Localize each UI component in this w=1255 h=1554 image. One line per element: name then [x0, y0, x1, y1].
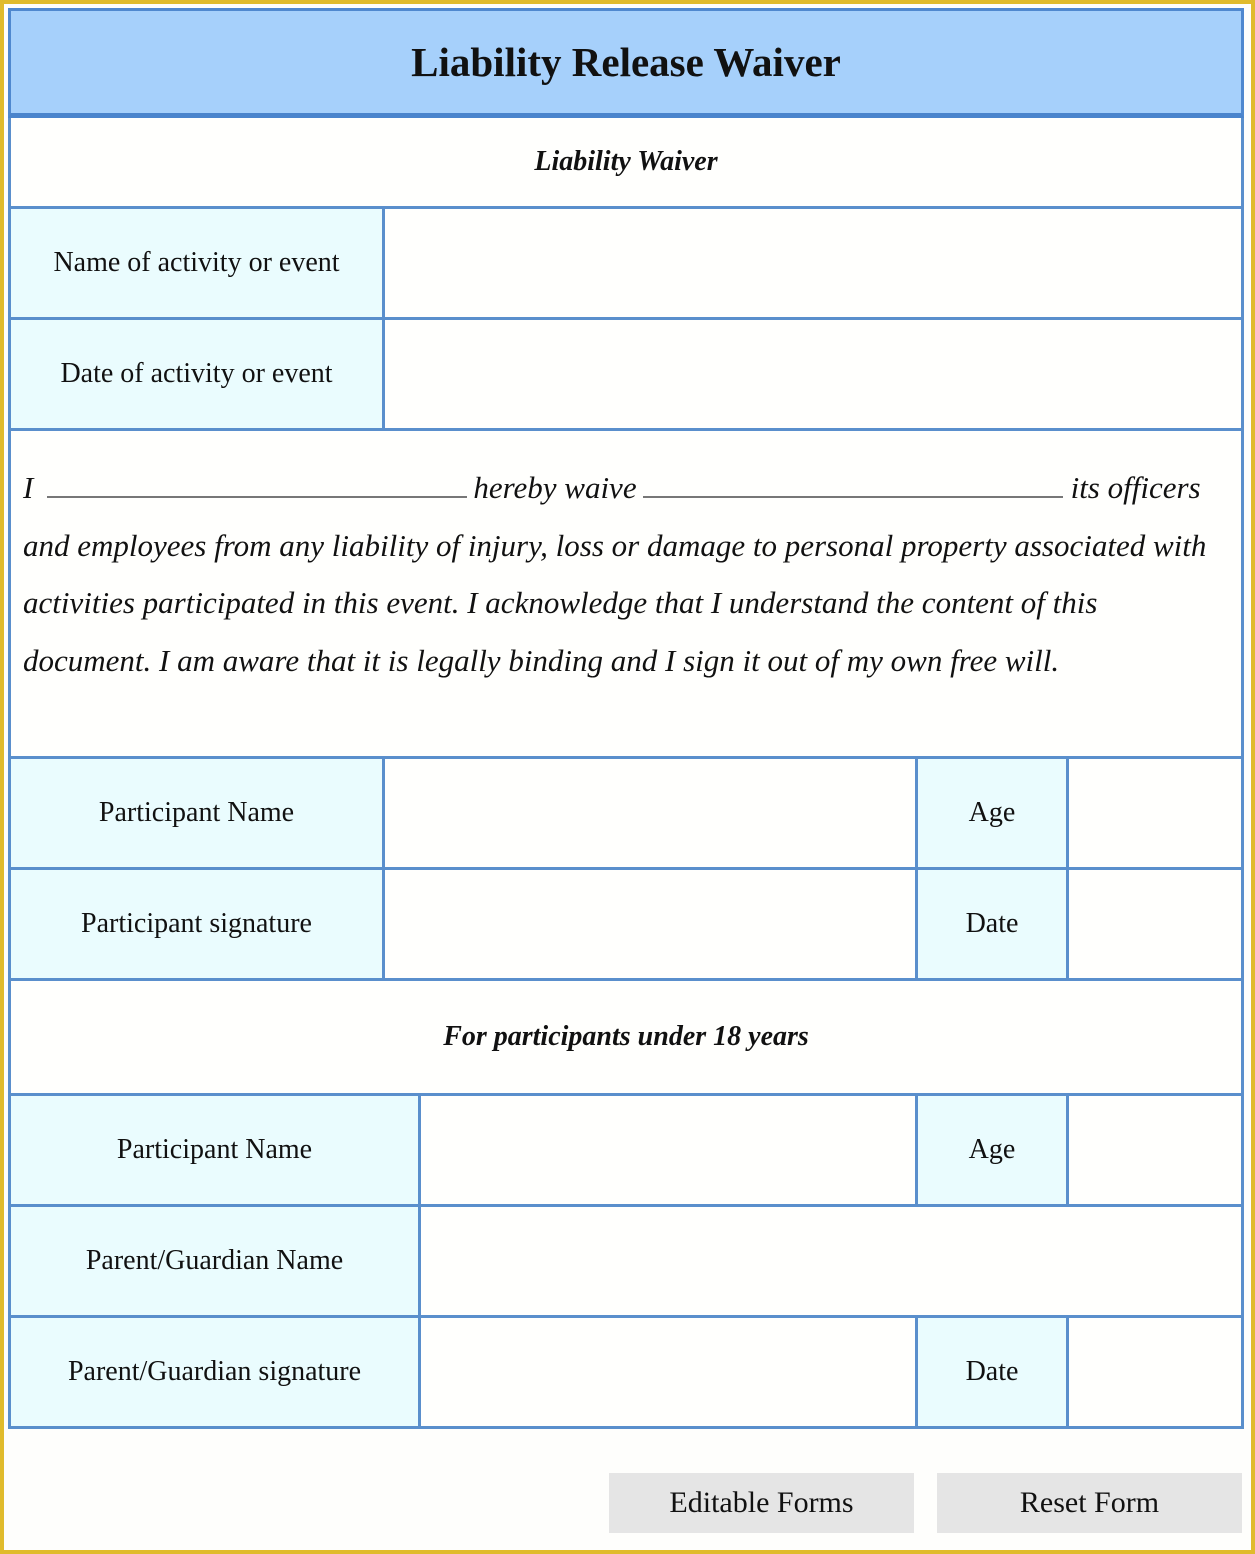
participant-name-field[interactable]	[382, 756, 918, 870]
activity-date-label: Date of activity or event	[8, 317, 385, 431]
reset-form-button[interactable]: Reset Form	[937, 1473, 1242, 1533]
minor-age-field[interactable]	[1066, 1093, 1244, 1207]
form-title: Liability Release Waiver	[8, 8, 1244, 118]
activity-table: Name of activity or event Date of activi…	[8, 206, 1244, 431]
participant-signature-field[interactable]	[382, 867, 918, 981]
statement-after-blank: its officers	[1070, 470, 1201, 505]
table-row: Name of activity or event	[8, 206, 1244, 320]
statement-prefix: I	[23, 470, 34, 505]
participant-signature-label: Participant signature	[8, 867, 385, 981]
minor-age-label: Age	[915, 1093, 1069, 1207]
waiver-statement: Ihereby waive its officers and employees …	[8, 431, 1244, 756]
activity-date-field[interactable]	[382, 317, 1244, 431]
minor-table: Participant Name Age Parent/Guardian Nam…	[8, 1093, 1244, 1429]
participant-table: Participant Name Age Participant signatu…	[8, 756, 1244, 981]
organization-name-blank[interactable]	[642, 468, 1063, 498]
table-row: Parent/Guardian Name	[8, 1204, 1244, 1318]
activity-name-field[interactable]	[382, 206, 1244, 320]
form-footer: Editable Forms Reset Form	[8, 1423, 1244, 1543]
guardian-name-field[interactable]	[418, 1204, 1244, 1318]
participant-age-field[interactable]	[1066, 756, 1244, 870]
participant-date-field[interactable]	[1066, 867, 1244, 981]
statement-body: and employees from any liability of inju…	[23, 527, 1207, 678]
minor-name-label: Participant Name	[8, 1093, 421, 1207]
participant-name-label: Participant Name	[8, 756, 385, 870]
waiver-form: Liability Release Waiver Liability Waive…	[8, 8, 1244, 1533]
statement-middle: hereby waive	[473, 470, 637, 505]
table-row: Parent/Guardian signature Date	[8, 1315, 1244, 1429]
participant-date-label: Date	[915, 867, 1069, 981]
guardian-date-field[interactable]	[1066, 1315, 1244, 1429]
minor-name-field[interactable]	[418, 1093, 918, 1207]
guardian-signature-label: Parent/Guardian signature	[8, 1315, 421, 1429]
guardian-date-label: Date	[915, 1315, 1069, 1429]
guardian-signature-field[interactable]	[418, 1315, 918, 1429]
table-row: Participant signature Date	[8, 867, 1244, 981]
activity-name-label: Name of activity or event	[8, 206, 385, 320]
section-liability-waiver: Liability Waiver	[8, 118, 1244, 206]
table-row: Participant Name Age	[8, 1093, 1244, 1207]
table-row: Date of activity or event	[8, 317, 1244, 431]
section-minors: For participants under 18 years	[8, 981, 1244, 1093]
guardian-name-label: Parent/Guardian Name	[8, 1204, 421, 1318]
table-row: Participant Name Age	[8, 756, 1244, 870]
participant-name-blank[interactable]	[47, 468, 468, 498]
participant-age-label: Age	[915, 756, 1069, 870]
editable-forms-button[interactable]: Editable Forms	[609, 1473, 914, 1533]
